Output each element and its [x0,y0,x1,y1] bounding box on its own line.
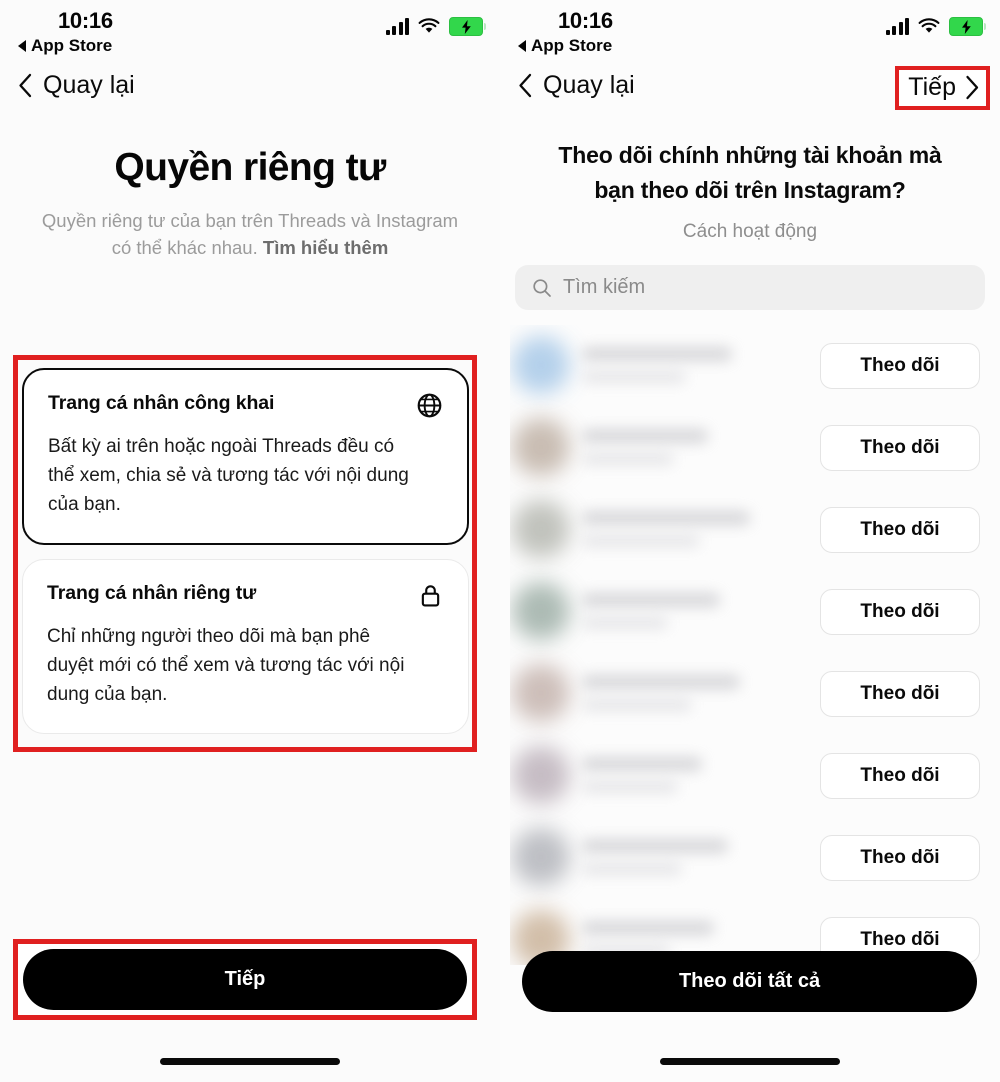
option-header: Trang cá nhân riêng tư [47,582,444,609]
page-subtitle: Quyền riêng tư của bạn trên Threads và I… [30,207,470,261]
follow-button[interactable]: Theo dõi [820,507,980,553]
cellular-signal-icon [385,18,409,35]
privacy-option-public[interactable]: Trang cá nhân công khai Bất kỳ ai trên h… [22,368,469,545]
back-triangle-icon [18,40,26,52]
option-title: Trang cá nhân riêng tư [47,582,257,604]
option-header: Trang cá nhân công khai [48,392,443,419]
option-description: Bất kỳ ai trên hoặc ngoài Threads đều có… [48,436,409,515]
suggested-account-row: Theo dõi [510,489,990,571]
follow-button[interactable]: Theo dõi [820,671,980,717]
suggested-account-row: Theo dõi [510,571,990,653]
status-back-to-app[interactable]: App Store [18,36,112,56]
search-input[interactable]: Tìm kiếm [515,265,985,310]
search-placeholder: Tìm kiếm [563,276,646,298]
search-icon [533,278,551,297]
suggested-account-row: Theo dõi [510,735,990,817]
next-link-right[interactable]: Tiếp [908,73,979,102]
status-back-app-label: App Store [31,36,113,55]
chevron-left-icon [19,73,32,98]
status-time: 10:16 [558,8,613,33]
page-title: Theo dõi chính những tài khoản mà bạn th… [558,142,942,203]
nav-bar-left: Quay lại [0,62,500,120]
cellular-signal-icon [885,18,909,35]
page-title: Quyền riêng tư [114,146,386,189]
chevron-left-icon [519,73,532,98]
home-indicator [660,1058,840,1065]
battery-charging-icon [449,17,486,36]
follow-button[interactable]: Theo dõi [820,343,980,389]
how-it-works-link[interactable]: Cách hoạt động [500,221,1000,243]
next-button-left[interactable]: Tiếp [23,949,467,1010]
status-time: 10:16 [58,8,113,33]
chevron-right-icon [966,75,979,100]
highlight-box-next-link: Tiếp [895,66,990,110]
option-title: Trang cá nhân công khai [48,392,275,414]
status-indicators [385,17,486,36]
back-button-label: Quay lại [543,71,635,99]
privacy-title-block: Quyền riêng tư Quyền riêng tư của bạn tr… [0,120,500,261]
battery-charging-icon [949,17,986,36]
follow-accounts-screen: 10:16 App Store Quay lại Tiếp Theo dõi c… [500,0,1000,1082]
privacy-option-private[interactable]: Trang cá nhân riêng tư Chỉ những người t… [22,559,469,734]
status-indicators [885,17,986,36]
privacy-options-list: Trang cá nhân công khai Bất kỳ ai trên h… [22,368,469,734]
suggested-account-row: Theo dõi [510,817,990,899]
follow-button[interactable]: Theo dõi [820,425,980,471]
suggested-account-row: Theo dõi [510,325,990,407]
next-link-label: Tiếp [908,73,956,101]
back-button-label: Quay lại [43,71,135,99]
follow-button[interactable]: Theo dõi [820,753,980,799]
nav-bar-right: Quay lại Tiếp [500,62,1000,120]
back-triangle-icon [518,40,526,52]
follow-all-button[interactable]: Theo dõi tất cả [522,951,977,1012]
follow-button[interactable]: Theo dõi [820,589,980,635]
status-back-to-app[interactable]: App Store [518,36,612,56]
home-indicator [160,1058,340,1065]
dual-screenshot-container: 10:16 App Store Quay lại Quyền riêng tư … [0,0,1000,1082]
suggested-accounts-list: Theo dõi Theo dõi Theo dõi Theo dõi Theo dõi… [510,325,990,965]
privacy-screen: 10:16 App Store Quay lại Quyền riêng tư … [0,0,500,1082]
follow-button[interactable]: Theo dõi [820,835,980,881]
wifi-icon [918,18,940,33]
suggested-account-row: Theo dõi [510,653,990,735]
subtitle-text: Quyền riêng tư của bạn trên Threads và I… [41,210,459,258]
back-button-left[interactable]: Quay lại [18,71,135,100]
rows-host: Theo dõi Theo dõi Theo dõi Theo dõi Theo dõi… [510,325,990,981]
back-button-right[interactable]: Quay lại [518,71,635,100]
status-back-app-label: App Store [531,36,613,55]
status-bar-left: 10:16 App Store [0,0,500,62]
wifi-icon [418,18,440,33]
globe-icon [417,393,442,418]
suggested-account-row: Theo dõi [510,407,990,489]
option-description: Chỉ những người theo dõi mà bạn phê duyệ… [47,626,405,705]
status-bar-right: 10:16 App Store [500,0,1000,62]
lock-icon [421,585,440,607]
learn-more-link[interactable]: Tìm hiểu thêm [263,237,388,258]
